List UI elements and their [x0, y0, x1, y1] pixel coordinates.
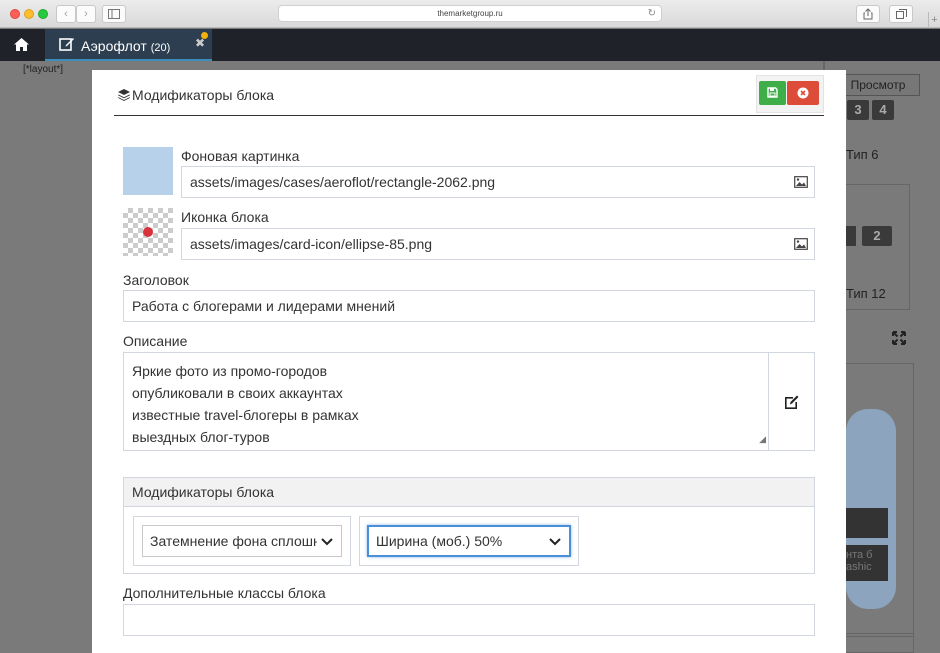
edit-description-button[interactable] [768, 352, 815, 451]
description-line: известные travel-блогеры в рамках [132, 407, 359, 423]
description-line: Яркие фото из промо-городов [132, 363, 328, 379]
back-button[interactable]: ‹ [56, 5, 76, 23]
expand-button[interactable] [892, 331, 906, 348]
image-icon[interactable] [794, 176, 808, 188]
bg-number-2: 2 [862, 226, 892, 246]
chevron-down-icon [317, 526, 333, 556]
background-dim-select[interactable]: Затемнение фона сплошн [142, 525, 342, 557]
bg-preview-text: нта б ashic [846, 545, 888, 581]
block-modifiers-modal: Модификаторы блока Фоновая картинка asse… [92, 70, 846, 653]
modifiers-panel: Модификаторы блока Затемнение фона сплош… [123, 477, 815, 574]
close-button[interactable] [787, 81, 819, 105]
tab-aeroflot[interactable]: Аэрофлот (20) ✖ [45, 29, 212, 61]
type-6-label: Тип 6 [846, 147, 879, 162]
description-textarea[interactable]: Яркие фото из промо-городов опубликовали… [123, 352, 769, 451]
mobile-width-value: Ширина (моб.) 50% [376, 533, 503, 549]
modal-actions [756, 75, 824, 113]
home-button[interactable] [0, 29, 42, 61]
edit-icon [784, 395, 798, 409]
browser-chrome: ‹ › themarketgroup.ru ↻ + [0, 0, 940, 28]
modifier-select-wrapper-1: Затемнение фона сплошн [133, 516, 351, 566]
forward-button[interactable]: › [76, 5, 96, 23]
block-icon-value: assets/images/card-icon/ellipse-85.png [190, 236, 433, 252]
extra-classes-label: Дополнительные классы блока [123, 585, 326, 601]
bg-number-4: 4 [872, 100, 894, 120]
icon-preview-dot [143, 227, 153, 237]
resize-handle-icon[interactable]: ◢ [759, 428, 766, 450]
description-line: опубликовали в своих аккаунтах [132, 385, 343, 401]
layers-icon [118, 89, 130, 101]
description-label: Описание [123, 333, 188, 349]
address-bar[interactable]: themarketgroup.ru ↻ [278, 5, 662, 22]
floppy-disk-icon [767, 87, 778, 98]
bg-image-input[interactable]: assets/images/cases/aeroflot/rectangle-2… [181, 166, 815, 198]
mobile-width-select[interactable]: Ширина (моб.) 50% [367, 525, 571, 557]
block-icon-preview[interactable] [123, 208, 173, 256]
tabs-icon [895, 9, 907, 19]
bg-preview-bar [846, 508, 888, 538]
new-tab-button[interactable]: + [928, 12, 940, 28]
tabs-button[interactable] [889, 5, 913, 23]
heading-value: Работа с блогерами и лидерами мнений [132, 298, 396, 314]
bg-image-preview[interactable] [123, 147, 173, 195]
reload-icon[interactable]: ↻ [648, 6, 656, 22]
type-12-label: Тип 12 [846, 286, 886, 301]
extra-classes-input[interactable] [123, 604, 815, 636]
block-icon-input[interactable]: assets/images/card-icon/ellipse-85.png [181, 228, 815, 260]
expand-icon [892, 331, 906, 345]
save-button[interactable] [759, 81, 786, 105]
share-icon [863, 8, 873, 20]
layout-label: [*layout*] [23, 64, 64, 75]
description-line: выездных блог-туров [132, 429, 270, 445]
back-icon: ‹ [64, 8, 68, 20]
home-icon [13, 38, 29, 51]
modifier-select-wrapper-2: Ширина (моб.) 50% [359, 516, 579, 566]
heading-input[interactable]: Работа с блогерами и лидерами мнений [123, 290, 815, 322]
bg-number-partial [846, 226, 856, 246]
image-icon[interactable] [794, 238, 808, 250]
sidebar-toggle-button[interactable] [102, 5, 126, 23]
tab-count: (20) [150, 42, 171, 54]
chevron-down-icon [549, 527, 561, 555]
app-tab-bar: Аэрофлот (20) ✖ [0, 29, 940, 61]
preview-button[interactable]: Просмотр [836, 74, 920, 96]
background-dim-value: Затемнение фона сплошн [150, 533, 321, 549]
unsaved-indicator [201, 32, 208, 39]
edit-icon [59, 38, 74, 51]
window-zoom-button[interactable] [38, 9, 48, 19]
bg-image-value: assets/images/cases/aeroflot/rectangle-2… [190, 174, 496, 190]
window-close-button[interactable] [10, 9, 20, 19]
tab-title: Аэрофлот (20) [81, 38, 171, 54]
modal-header-divider [114, 115, 824, 116]
forward-icon: › [84, 8, 88, 20]
bg-image-label: Фоновая картинка [181, 148, 300, 164]
heading-label: Заголовок [123, 272, 189, 288]
bg-number-3: 3 [847, 100, 869, 120]
modifiers-panel-title: Модификаторы блока [124, 478, 814, 507]
share-button[interactable] [856, 5, 880, 23]
modal-title: Модификаторы блока [132, 87, 275, 103]
close-circle-icon [797, 87, 809, 99]
block-icon-label: Иконка блока [181, 209, 269, 225]
sidebar-icon [108, 9, 120, 19]
window-minimize-button[interactable] [24, 9, 34, 19]
url-text: themarketgroup.ru [437, 9, 503, 18]
